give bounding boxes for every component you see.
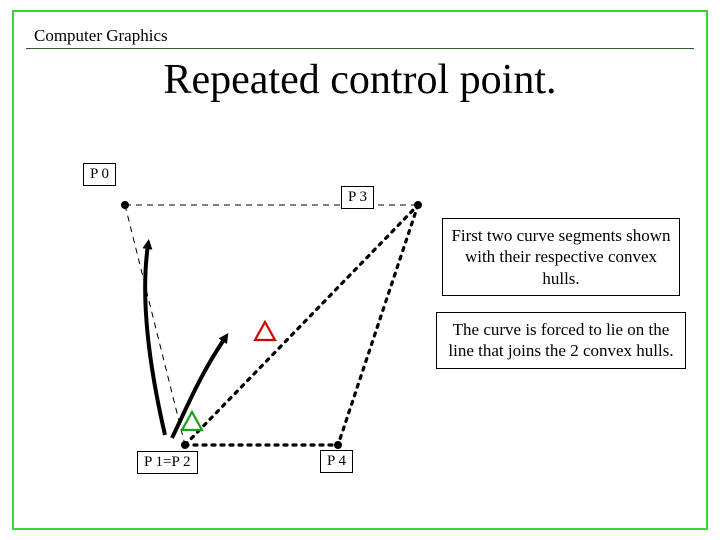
hull1-edge-p0p1: [125, 205, 185, 445]
diagram: P 0 P 3 P 1=P 2 P 4 First two curve segm…: [30, 150, 690, 510]
curve-segment-1: [145, 245, 165, 435]
course-label: Computer Graphics: [34, 26, 168, 46]
label-P0: P 0: [83, 163, 116, 186]
annotation-forced-line: The curve is forced to lie on the line t…: [436, 312, 686, 369]
point-P4: [334, 441, 342, 449]
shared-edge-p1p3: [185, 205, 418, 445]
point-P3: [414, 201, 422, 209]
page-title: Repeated control point.: [0, 56, 720, 104]
point-P0: [121, 201, 129, 209]
annotation-hulls: First two curve segments shown with thei…: [442, 218, 680, 296]
header-rule: [26, 48, 694, 49]
label-P1P2: P 1=P 2: [137, 451, 198, 474]
label-P3: P 3: [341, 186, 374, 209]
marker-red-triangle: [255, 322, 275, 340]
point-P1P2: [181, 441, 189, 449]
label-P4: P 4: [320, 450, 353, 473]
hull2-edge-p3p4: [338, 205, 418, 445]
